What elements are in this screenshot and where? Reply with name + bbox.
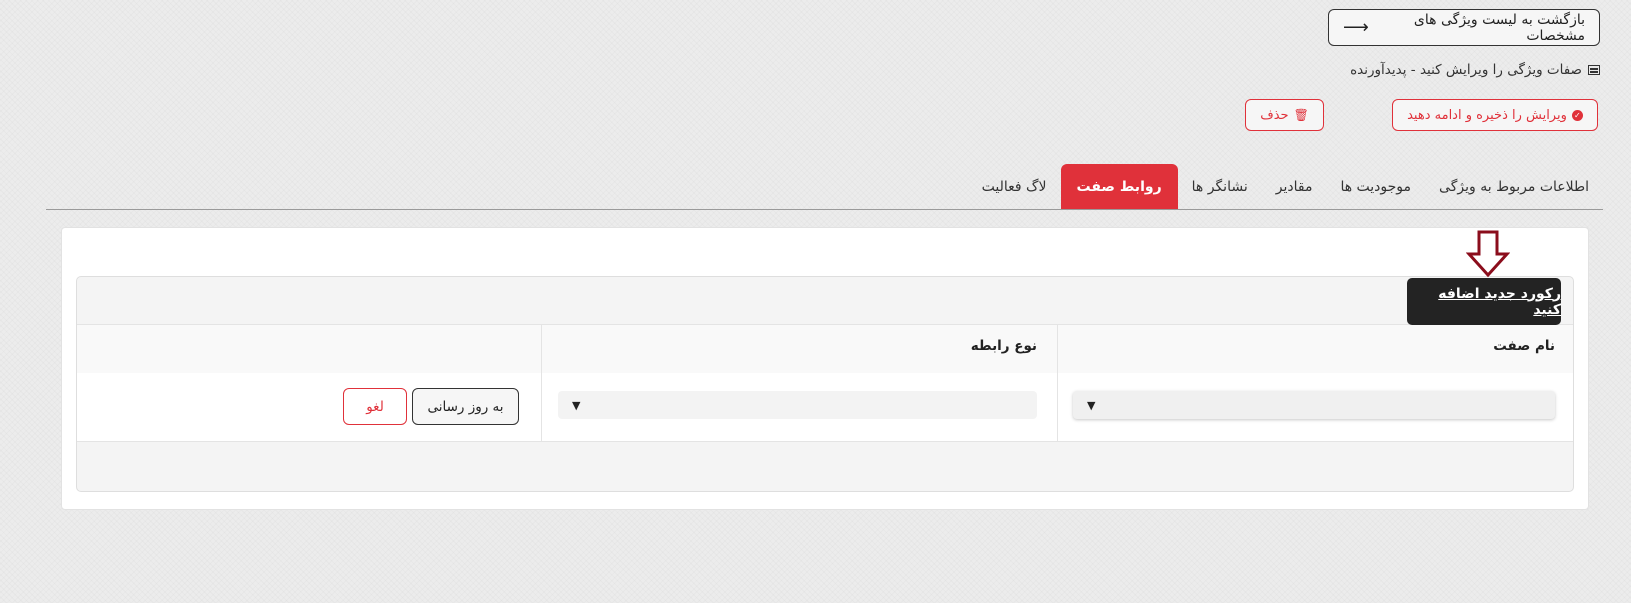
- tab-label: روابط صفت: [1076, 179, 1162, 195]
- tab-activity-log[interactable]: لاگ فعالیت: [968, 164, 1061, 210]
- column-header-relation-type: نوع رابطه: [970, 338, 1037, 354]
- add-new-record-label: رکورد جدید اضافه کنید: [1438, 285, 1561, 318]
- grid-header-row: [77, 324, 1573, 374]
- save-and-continue-button[interactable]: ✓ ویرایش را ذخیره و ادامه دهید: [1392, 99, 1598, 131]
- arrow-down-icon: [1466, 230, 1510, 278]
- page-title: صفات ویژگی را ویرایش کنید - پدیدآورنده: [1350, 62, 1600, 78]
- cancel-label: لغو: [366, 398, 384, 415]
- delete-button[interactable]: 🗑 حذف: [1245, 99, 1324, 131]
- caret-down-icon: ▼: [572, 398, 581, 412]
- tab-bar: اطلاعات مربوط به ویژگی موجودیت ها مقادیر…: [968, 162, 1603, 210]
- tab-divider: [46, 209, 1603, 210]
- attribute-name-select[interactable]: ▼: [1073, 391, 1555, 419]
- tab-label: لاگ فعالیت: [981, 179, 1047, 195]
- list-icon: [1588, 65, 1600, 75]
- column-divider: [1057, 324, 1058, 441]
- tab-attribute-info[interactable]: اطلاعات مربوط به ویژگی: [1425, 164, 1603, 210]
- caret-down-icon: ▼: [1087, 398, 1096, 412]
- tab-attribute-relations[interactable]: روابط صفت: [1060, 164, 1178, 210]
- back-to-list-button[interactable]: بازگشت به لیست ویژگی های مشخصات ⟶: [1328, 9, 1600, 46]
- tab-label: اطلاعات مربوط به ویژگی: [1439, 179, 1589, 195]
- trash-icon: 🗑: [1293, 108, 1309, 122]
- column-header-attribute-name: نام صفت: [1493, 338, 1555, 354]
- relation-type-select[interactable]: ▼: [558, 391, 1037, 419]
- cancel-button[interactable]: لغو: [343, 388, 407, 425]
- check-circle-icon: ✓: [1571, 109, 1583, 121]
- update-label: به روز رسانی: [427, 398, 504, 415]
- page-title-text: صفات ویژگی را ویرایش کنید - پدیدآورنده: [1350, 62, 1582, 78]
- column-divider: [541, 324, 542, 441]
- tab-markers[interactable]: نشانگر ها: [1178, 164, 1262, 210]
- tab-entities[interactable]: موجودیت ها: [1326, 164, 1425, 210]
- add-new-record-button[interactable]: رکورد جدید اضافه کنید: [1407, 278, 1561, 325]
- arrow-right-icon: ⟶: [1343, 16, 1369, 38]
- delete-label: حذف: [1260, 107, 1289, 123]
- save-and-continue-label: ویرایش را ذخیره و ادامه دهید: [1407, 107, 1567, 123]
- tab-values[interactable]: مقادیر: [1262, 164, 1327, 210]
- back-to-list-label: بازگشت به لیست ویژگی های مشخصات: [1413, 11, 1585, 44]
- tab-label: موجودیت ها: [1340, 179, 1412, 195]
- tab-label: نشانگر ها: [1191, 179, 1248, 195]
- tab-label: مقادیر: [1275, 179, 1313, 195]
- update-button[interactable]: به روز رسانی: [412, 388, 519, 425]
